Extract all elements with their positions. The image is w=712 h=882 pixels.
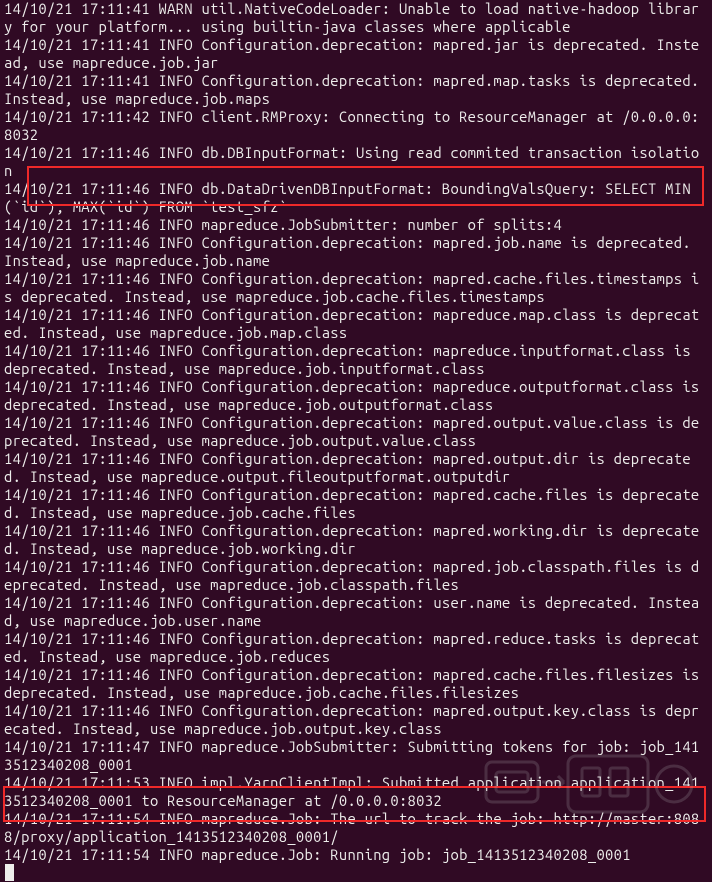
log-line: 14/10/21 17:11:46 INFO mapreduce.JobSubm… bbox=[4, 216, 562, 233]
log-line: 14/10/21 17:11:47 INFO mapreduce.JobSubm… bbox=[4, 738, 700, 773]
log-line: 14/10/21 17:11:46 INFO Configuration.dep… bbox=[4, 558, 700, 593]
log-line: 14/10/21 17:11:46 INFO Configuration.dep… bbox=[4, 486, 700, 521]
log-line: 14/10/21 17:11:46 INFO Configuration.dep… bbox=[4, 378, 708, 413]
log-line: 14/10/21 17:11:41 INFO Configuration.dep… bbox=[4, 72, 708, 107]
log-line: 14/10/21 17:11:46 INFO Configuration.dep… bbox=[4, 342, 700, 377]
log-line: 14/10/21 17:11:54 INFO mapreduce.Job: Th… bbox=[4, 810, 700, 845]
log-line: 14/10/21 17:11:42 INFO client.RMProxy: C… bbox=[4, 108, 700, 143]
log-line: 14/10/21 17:11:46 INFO db.DBInputFormat:… bbox=[4, 144, 700, 179]
log-line: 14/10/21 17:11:46 INFO Configuration.dep… bbox=[4, 450, 691, 485]
log-line: 14/10/21 17:11:46 INFO Configuration.dep… bbox=[4, 702, 700, 737]
log-line: 14/10/21 17:11:46 INFO Configuration.dep… bbox=[4, 522, 700, 557]
log-line: 14/10/21 17:11:54 INFO mapreduce.Job: Ru… bbox=[4, 846, 631, 863]
log-line: 14/10/21 17:11:46 INFO Configuration.dep… bbox=[4, 594, 700, 629]
log-line: 14/10/21 17:11:41 WARN util.NativeCodeLo… bbox=[4, 0, 700, 35]
log-line: 14/10/21 17:11:53 INFO impl.YarnClientIm… bbox=[4, 774, 700, 809]
terminal-cursor bbox=[5, 864, 14, 881]
log-line: 14/10/21 17:11:46 INFO Configuration.dep… bbox=[4, 414, 700, 449]
terminal-output[interactable]: 14/10/21 17:11:41 WARN util.NativeCodeLo… bbox=[0, 0, 712, 882]
log-line: 14/10/21 17:11:41 INFO Configuration.dep… bbox=[4, 36, 700, 71]
log-line: 14/10/21 17:11:46 INFO Configuration.dep… bbox=[4, 306, 700, 341]
log-line: 14/10/21 17:11:46 INFO Configuration.dep… bbox=[4, 234, 700, 269]
log-line: 14/10/21 17:11:46 INFO Configuration.dep… bbox=[4, 630, 700, 665]
log-line: 14/10/21 17:11:46 INFO db.DataDrivenDBIn… bbox=[4, 180, 691, 215]
log-line: 14/10/21 17:11:46 INFO Configuration.dep… bbox=[4, 666, 708, 701]
log-line: 14/10/21 17:11:46 INFO Configuration.dep… bbox=[4, 270, 700, 305]
